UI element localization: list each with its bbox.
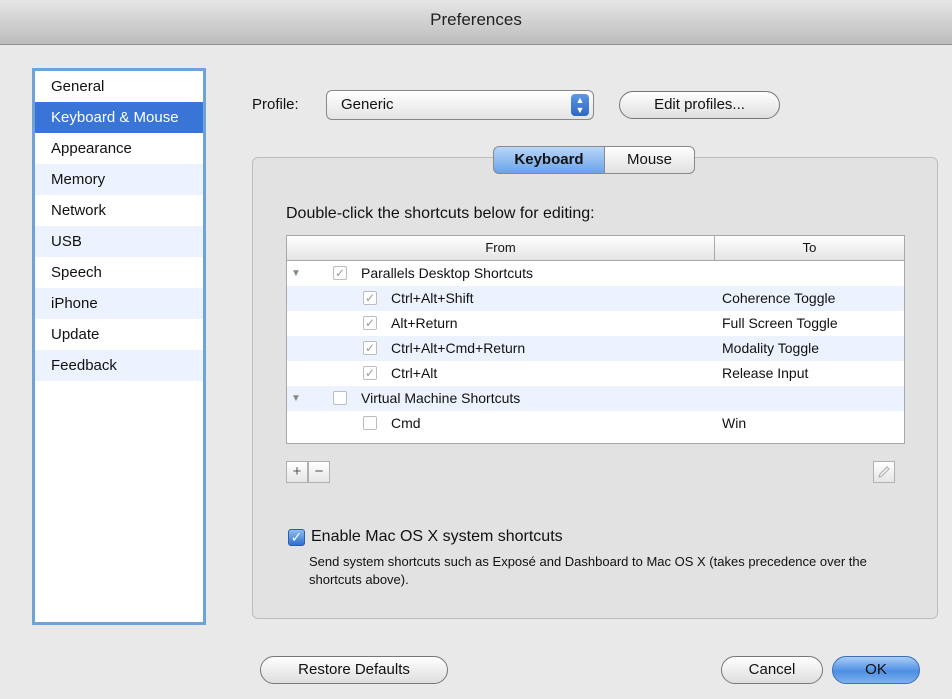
row-from: Virtual Machine Shortcuts: [361, 390, 521, 406]
system-shortcuts-description: Send system shortcuts such as Exposé and…: [309, 554, 867, 587]
add-shortcut-button[interactable]: +: [286, 461, 308, 483]
window-title: Preferences: [0, 0, 952, 45]
edit-profiles-button[interactable]: Edit profiles...: [619, 91, 780, 119]
table-row[interactable]: ✓ Ctrl+Alt Release Input: [287, 361, 904, 386]
row-to: Full Screen Toggle: [722, 315, 838, 331]
row-checkbox[interactable]: ✓: [333, 266, 347, 280]
instructions-text: Double-click the shortcuts below for edi…: [286, 205, 595, 222]
table-row[interactable]: ▼ Virtual Machine Shortcuts: [287, 386, 904, 411]
edit-pencil-icon[interactable]: [873, 461, 895, 483]
row-to: Coherence Toggle: [722, 290, 836, 306]
row-checkbox[interactable]: [333, 391, 347, 405]
row-to: Release Input: [722, 365, 809, 381]
restore-defaults-button[interactable]: Restore Defaults: [260, 656, 448, 684]
sidebar-item-general[interactable]: General: [35, 71, 203, 102]
sidebar: General Keyboard & Mouse Appearance Memo…: [32, 68, 206, 625]
row-to: Modality Toggle: [722, 340, 820, 356]
row-checkbox[interactable]: [363, 416, 377, 430]
row-from: Parallels Desktop Shortcuts: [361, 265, 533, 281]
table-row[interactable]: ✓ Ctrl+Alt+Cmd+Return Modality Toggle: [287, 336, 904, 361]
sidebar-item-feedback[interactable]: Feedback: [35, 350, 203, 381]
table-header: From To: [287, 236, 904, 261]
table-row[interactable]: ✓ Ctrl+Alt+Shift Coherence Toggle: [287, 286, 904, 311]
tab-mouse[interactable]: Mouse: [604, 146, 695, 174]
column-header-to[interactable]: To: [715, 236, 904, 260]
sidebar-item-usb[interactable]: USB: [35, 226, 203, 257]
row-checkbox[interactable]: ✓: [363, 291, 377, 305]
sidebar-item-appearance[interactable]: Appearance: [35, 133, 203, 164]
row-to: Win: [722, 415, 747, 431]
tab-keyboard[interactable]: Keyboard: [493, 146, 605, 174]
disclosure-triangle-icon[interactable]: ▼: [291, 386, 301, 411]
ok-button[interactable]: OK: [832, 656, 920, 684]
sidebar-item-iphone[interactable]: iPhone: [35, 288, 203, 319]
column-header-from[interactable]: From: [287, 236, 715, 260]
row-from: Alt+Return: [391, 315, 458, 331]
profile-value: Generic: [341, 96, 394, 113]
sidebar-item-memory[interactable]: Memory: [35, 164, 203, 195]
row-from: Cmd: [391, 415, 421, 431]
table-row[interactable]: ✓ Alt+Return Full Screen Toggle: [287, 311, 904, 336]
sidebar-item-network[interactable]: Network: [35, 195, 203, 226]
cancel-button[interactable]: Cancel: [721, 656, 823, 684]
popup-arrows-icon: ▲ ▼: [571, 94, 589, 116]
profile-select[interactable]: Generic ▲ ▼: [326, 90, 594, 120]
shortcuts-table: From To ▼ ✓ Parallels Desktop Shortcuts …: [286, 235, 905, 444]
row-from: Ctrl+Alt+Shift: [391, 290, 474, 306]
disclosure-triangle-icon[interactable]: ▼: [291, 261, 301, 286]
profile-label: Profile:: [252, 96, 299, 113]
enable-system-shortcuts-label[interactable]: Enable Mac OS X system shortcuts: [311, 528, 563, 546]
enable-system-shortcuts-checkbox[interactable]: ✓: [288, 529, 305, 546]
row-checkbox[interactable]: ✓: [363, 366, 377, 380]
sidebar-item-speech[interactable]: Speech: [35, 257, 203, 288]
table-row[interactable]: Cmd Win: [287, 411, 904, 436]
sidebar-item-keyboard-mouse[interactable]: Keyboard & Mouse: [35, 102, 203, 133]
row-from: Ctrl+Alt: [391, 365, 438, 381]
table-row[interactable]: ▼ ✓ Parallels Desktop Shortcuts: [287, 261, 904, 286]
sidebar-item-update[interactable]: Update: [35, 319, 203, 350]
remove-shortcut-button[interactable]: −: [308, 461, 330, 483]
row-checkbox[interactable]: ✓: [363, 341, 377, 355]
row-from: Ctrl+Alt+Cmd+Return: [391, 340, 526, 356]
row-checkbox[interactable]: ✓: [363, 316, 377, 330]
